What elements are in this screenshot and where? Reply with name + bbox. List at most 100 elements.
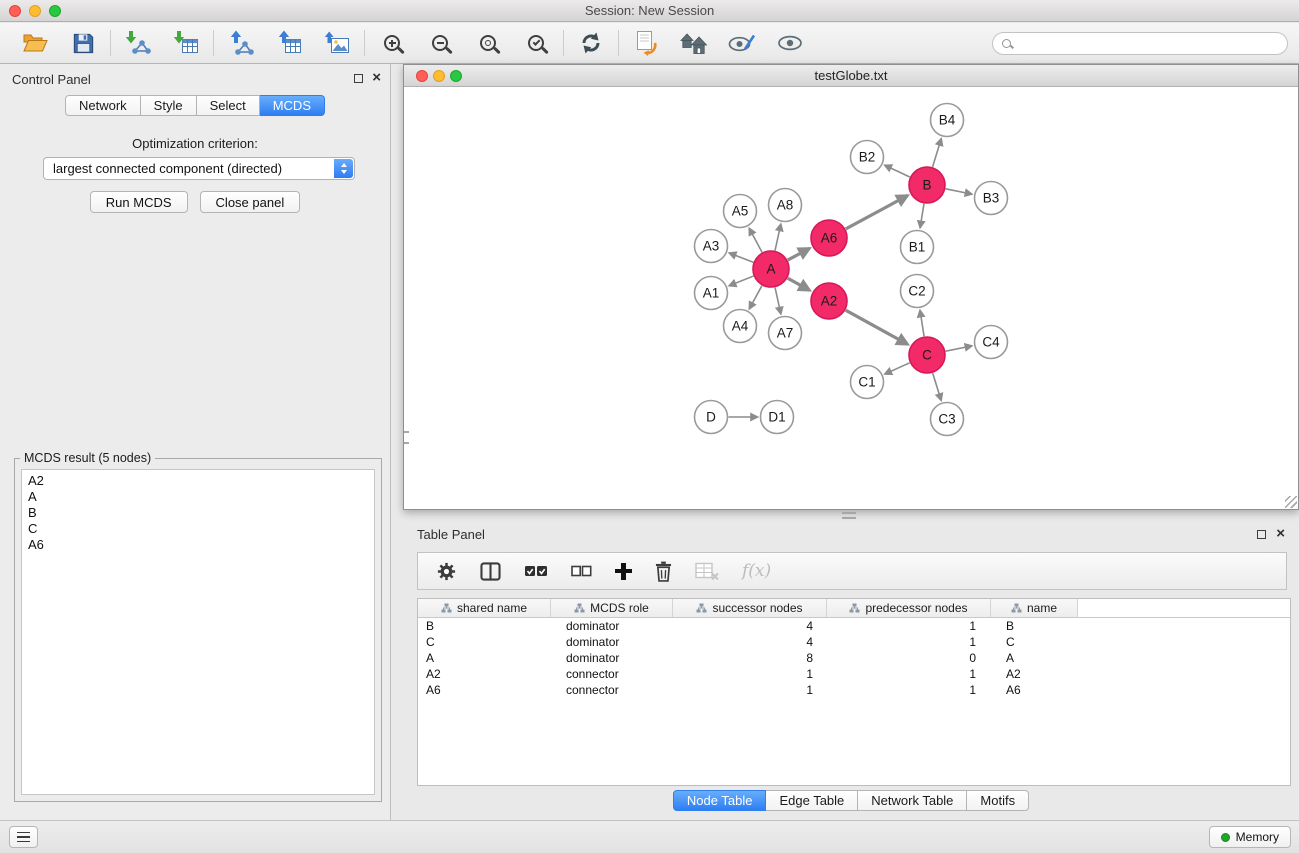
graph-edge-A-A2[interactable] [788, 278, 810, 290]
graph-edge-A-A1[interactable] [729, 276, 753, 286]
table-row[interactable]: Cdominator41C [418, 634, 1290, 650]
graph-edge-C-C2[interactable] [920, 310, 924, 336]
search-input[interactable] [1011, 36, 1287, 51]
mcds-result-item[interactable]: A6 [28, 537, 368, 553]
table-cell: C [991, 635, 1078, 649]
graph-node-label-C1: C1 [858, 375, 875, 390]
refresh-icon[interactable] [577, 29, 605, 57]
column-type-icon [1011, 603, 1022, 613]
table-panel-float-icon[interactable] [1257, 530, 1266, 539]
graph-edge-A-A5[interactable] [749, 228, 762, 252]
column-header-successor-nodes[interactable]: successor nodes [673, 599, 827, 617]
tab-mcds[interactable]: MCDS [260, 95, 325, 116]
graph-node-label-C2: C2 [908, 284, 925, 299]
table-row[interactable]: A6connector11A6 [418, 682, 1290, 698]
table-cell: A2 [418, 667, 551, 681]
control-panel-float-icon[interactable] [354, 74, 363, 83]
graph-edge-B-B4[interactable] [933, 139, 942, 167]
close-panel-button[interactable]: Close panel [200, 191, 301, 213]
hide-graphics-details-icon[interactable] [728, 29, 756, 57]
optimization-criterion-select[interactable]: largest connected component (directed) [43, 157, 355, 180]
mcds-result-item[interactable]: A2 [28, 473, 368, 489]
graph-edge-A-A8[interactable] [775, 224, 781, 250]
import-network-icon[interactable] [124, 29, 152, 57]
graph-edge-A-A3[interactable] [729, 253, 753, 262]
control-panel-close-icon[interactable]: × [372, 72, 381, 84]
graph-node-label-A3: A3 [703, 239, 720, 254]
home-view-icon[interactable] [680, 29, 708, 57]
tab-select[interactable]: Select [197, 95, 260, 116]
select-all-rows-icon[interactable] [524, 564, 548, 578]
table-row[interactable]: Bdominator41B [418, 618, 1290, 634]
column-type-icon [574, 603, 585, 613]
graph-edge-B-B3[interactable] [946, 189, 972, 194]
add-row-icon[interactable] [615, 563, 632, 580]
table-row[interactable]: Adominator80A [418, 650, 1290, 666]
tab-motifs[interactable]: Motifs [967, 790, 1029, 811]
zoom-selected-icon[interactable] [522, 29, 550, 57]
export-table-icon[interactable] [275, 29, 303, 57]
deselect-all-rows-icon[interactable] [571, 565, 592, 577]
window-resize-grip[interactable] [1285, 496, 1297, 508]
graph-edge-A-A4[interactable] [749, 286, 762, 309]
graph-node-label-B3: B3 [983, 191, 1000, 206]
network-window-titlebar[interactable]: testGlobe.txt [404, 65, 1298, 87]
zoom-out-icon[interactable] [426, 29, 454, 57]
column-header-label: MCDS role [590, 601, 649, 615]
table-panel-close-icon[interactable]: × [1276, 528, 1285, 540]
tab-node-table[interactable]: Node Table [673, 790, 767, 811]
graph-edge-A2-C[interactable] [846, 310, 908, 344]
graph-edge-C-C3[interactable] [933, 373, 942, 400]
network-graph[interactable]: B4B2BB3A5A8A6A3B1AC2A1A2A4A7C4CC1C3DD1 [404, 87, 1298, 509]
memory-button[interactable]: Memory [1209, 826, 1291, 848]
table-row[interactable]: A2connector11A2 [418, 666, 1290, 682]
tab-style[interactable]: Style [141, 95, 197, 116]
run-mcds-button[interactable]: Run MCDS [90, 191, 188, 213]
graph-node-label-C4: C4 [982, 335, 1000, 350]
tab-edge-table[interactable]: Edge Table [766, 790, 858, 811]
show-columns-icon[interactable] [480, 562, 501, 581]
network-window-bottom-grip[interactable] [842, 512, 856, 519]
save-session-icon[interactable] [69, 29, 97, 57]
graph-edge-A6-B[interactable] [846, 195, 908, 228]
table-header-row: shared name MCDS role successor nodes pr… [418, 599, 1290, 618]
table-settings-gear-icon[interactable] [436, 561, 457, 582]
graph-node-label-A8: A8 [777, 198, 794, 213]
table-cell: A6 [991, 683, 1078, 697]
column-header-name[interactable]: name [991, 599, 1078, 617]
graph-edge-C-C1[interactable] [885, 363, 910, 374]
table-cell: B [418, 619, 551, 633]
graph-edge-C-C4[interactable] [946, 346, 972, 351]
network-view-window: testGlobe.txt B4B2BB3A5A8A6A3B1AC2A1A2A4… [403, 64, 1299, 510]
mcds-result-item[interactable]: C [28, 521, 368, 537]
column-header-predecessor-nodes[interactable]: predecessor nodes [827, 599, 991, 617]
table-cell: 1 [827, 619, 991, 633]
window-titlebar[interactable]: Session: New Session [0, 0, 1299, 22]
mcds-result-item[interactable]: B [28, 505, 368, 521]
graph-edge-B-B2[interactable] [885, 165, 910, 177]
column-header-mcds-role[interactable]: MCDS role [551, 599, 673, 617]
network-canvas[interactable]: B4B2BB3A5A8A6A3B1AC2A1A2A4A7C4CC1C3DD1 [404, 87, 1298, 509]
graph-edge-B-B1[interactable] [920, 204, 924, 228]
open-session-icon[interactable] [21, 29, 49, 57]
export-image-icon[interactable] [323, 29, 351, 57]
graph-edge-A-A6[interactable] [788, 248, 810, 260]
apply-layout-icon[interactable] [632, 29, 660, 57]
status-menu-button[interactable] [9, 826, 38, 848]
graph-node-label-A2: A2 [821, 294, 838, 309]
window-resize-grip-left[interactable] [404, 431, 409, 444]
search-box[interactable] [992, 32, 1288, 55]
list-icon [17, 832, 30, 842]
tab-network[interactable]: Network [65, 95, 141, 116]
mcds-result-item[interactable]: A [28, 489, 368, 505]
tab-network-table[interactable]: Network Table [858, 790, 967, 811]
zoom-in-icon[interactable] [378, 29, 406, 57]
graph-edge-A-A7[interactable] [775, 288, 781, 314]
zoom-fit-icon[interactable] [474, 29, 502, 57]
show-graphics-details-icon[interactable] [776, 29, 804, 57]
delete-rows-icon[interactable] [655, 561, 672, 582]
graph-node-label-A7: A7 [777, 326, 794, 341]
import-table-icon[interactable] [172, 29, 200, 57]
column-header-shared-name[interactable]: shared name [418, 599, 551, 617]
export-network-icon[interactable] [227, 29, 255, 57]
